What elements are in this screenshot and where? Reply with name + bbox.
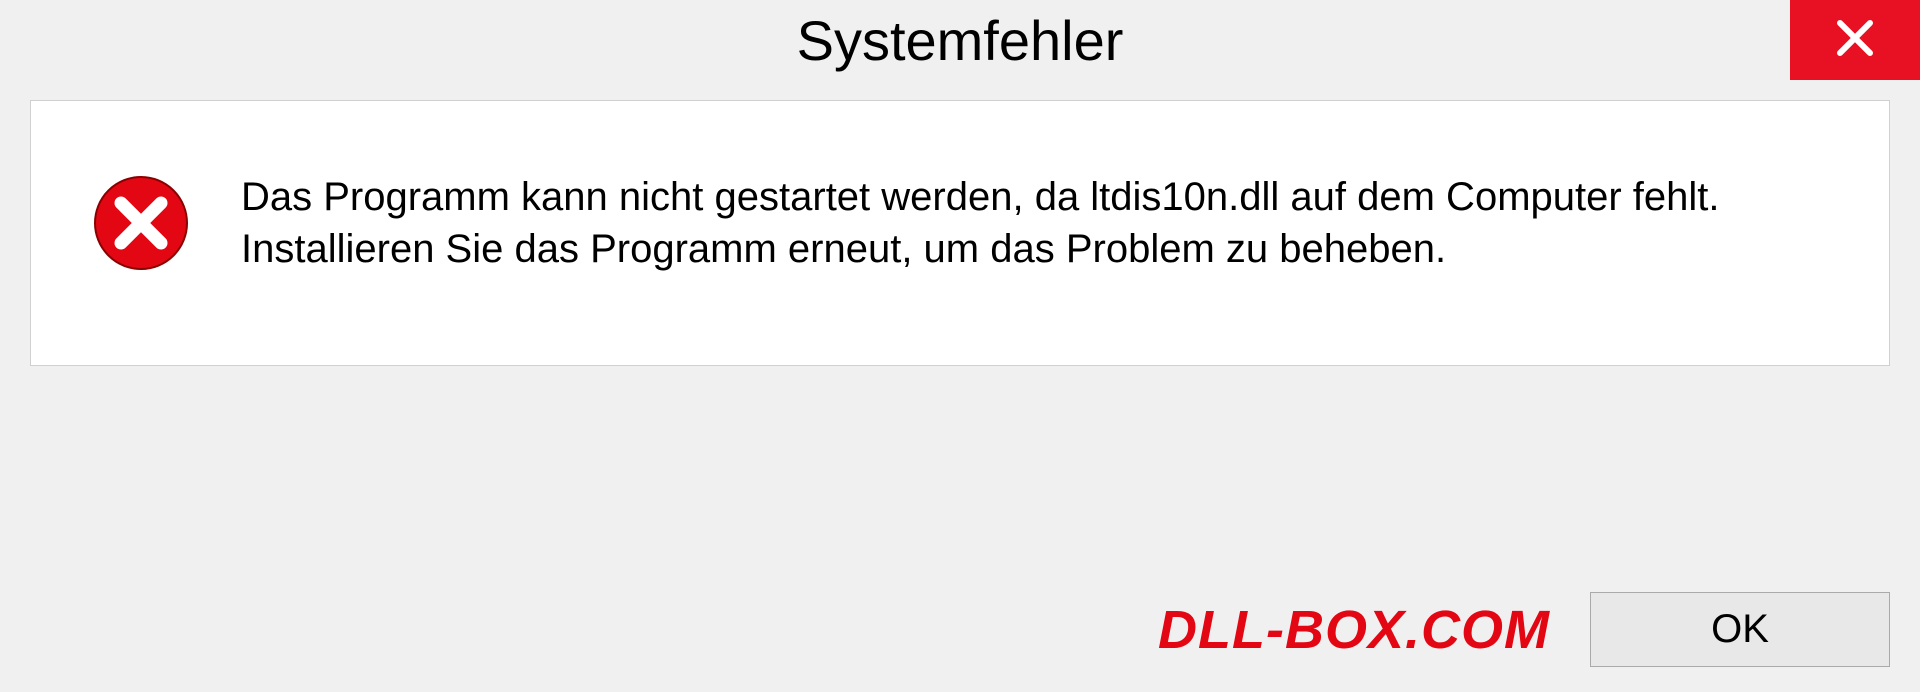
ok-button[interactable]: OK <box>1590 592 1890 667</box>
title-bar: Systemfehler <box>0 0 1920 80</box>
error-dialog: Systemfehler Das Programm kann nicht ges… <box>0 0 1920 692</box>
error-icon <box>91 173 191 273</box>
dialog-title: Systemfehler <box>797 8 1124 73</box>
dialog-footer: DLL-BOX.COM OK <box>0 592 1920 667</box>
watermark-text: DLL-BOX.COM <box>1158 599 1550 661</box>
close-button[interactable] <box>1790 0 1920 80</box>
close-icon <box>1835 18 1875 63</box>
message-panel: Das Programm kann nicht gestartet werden… <box>30 100 1890 366</box>
error-message: Das Programm kann nicht gestartet werden… <box>241 171 1829 275</box>
